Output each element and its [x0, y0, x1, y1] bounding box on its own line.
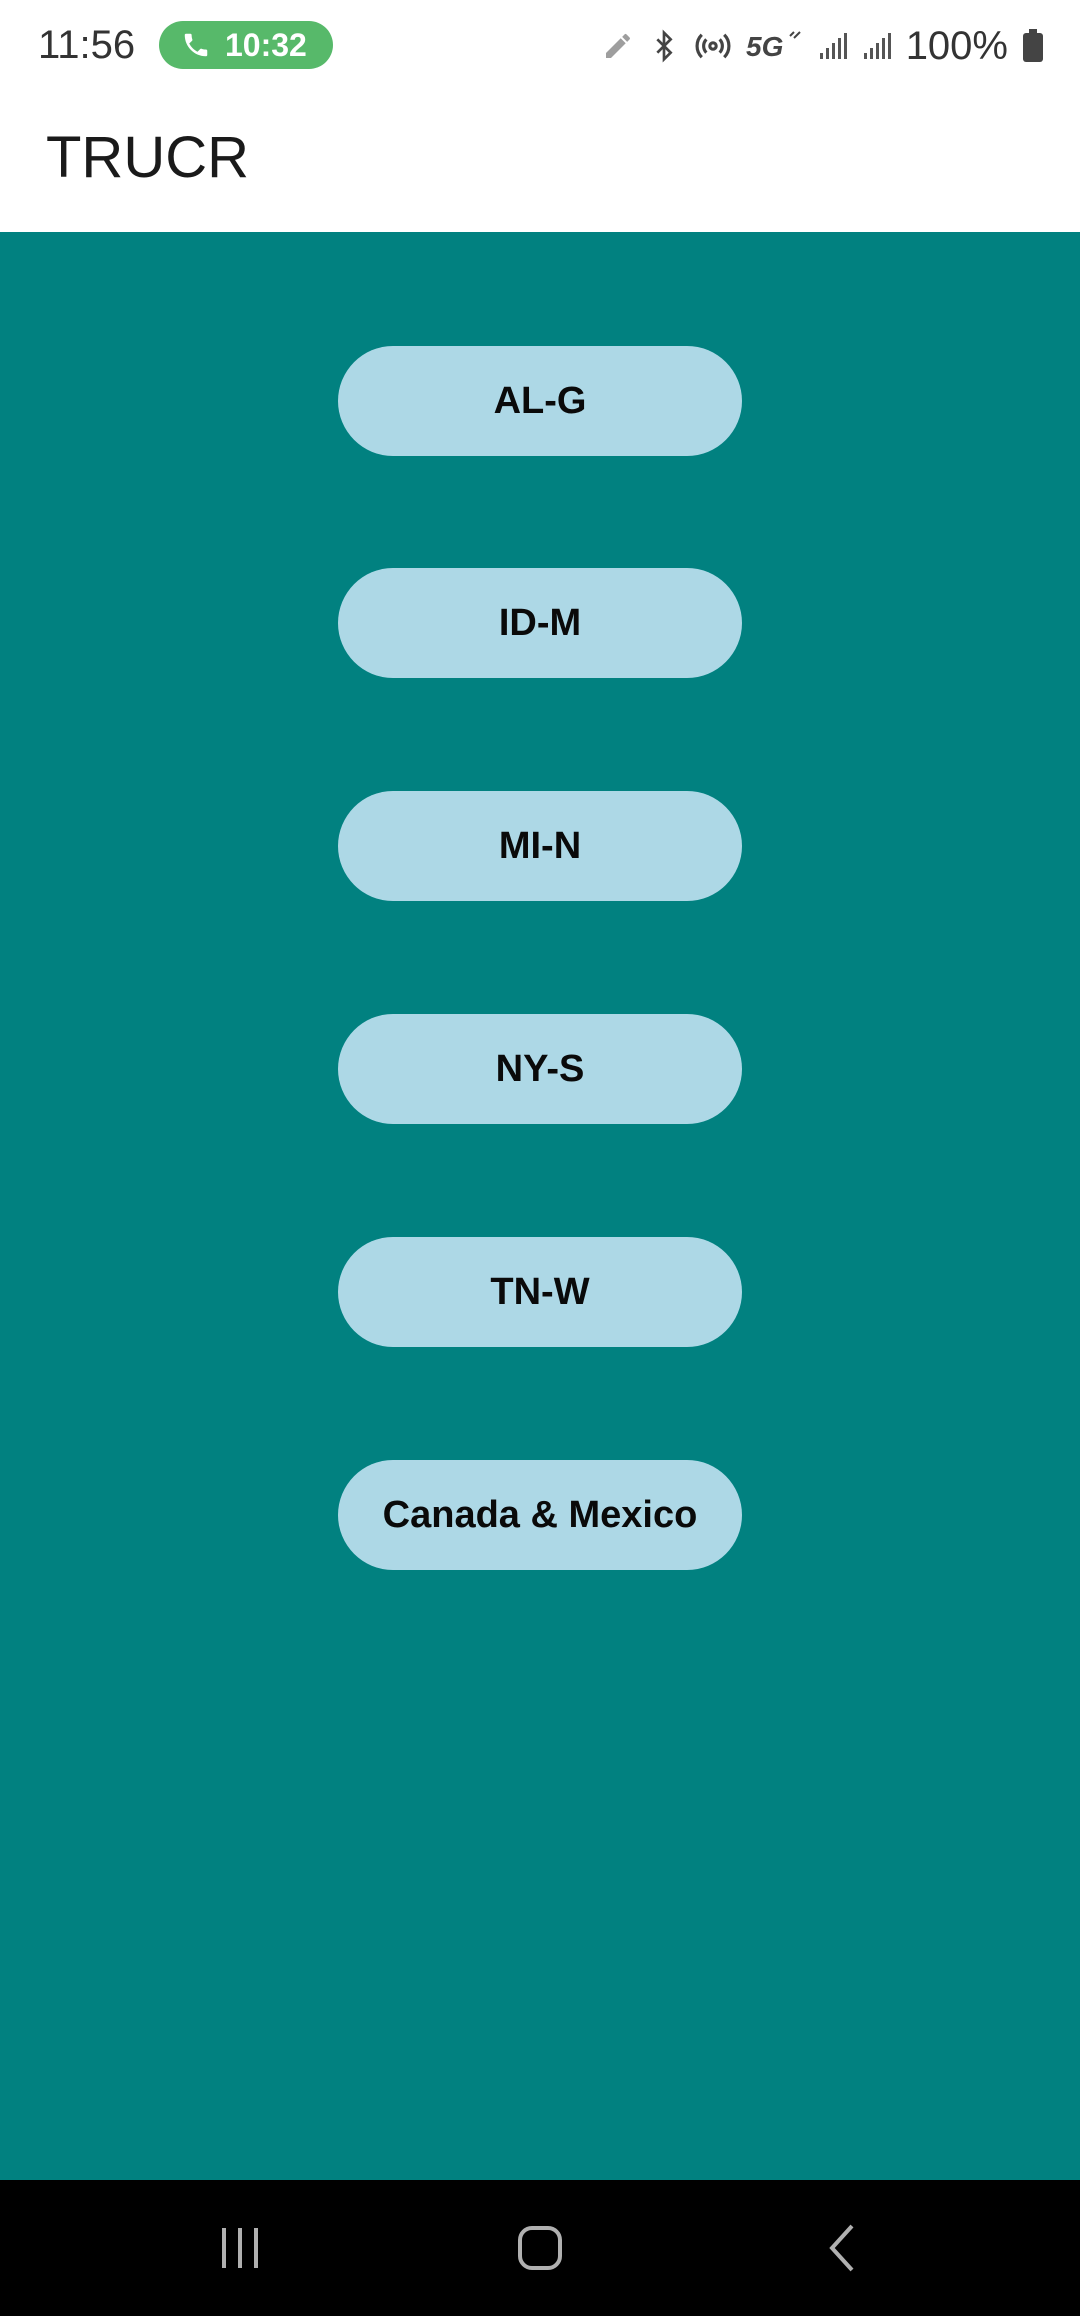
phone-icon — [184, 33, 208, 57]
status-icons: 5G 100% — [588, 18, 1044, 74]
pencil-icon — [602, 30, 634, 62]
app-title: TRUCR — [46, 125, 249, 190]
region-list: AL-G ID-M MI-N NY-S TN-W Canada & Mexico — [0, 232, 1080, 2180]
status-bar: 11:56 10:32 5G 100% — [0, 0, 1080, 92]
back-icon — [829, 2224, 854, 2272]
status-time: 11:56 — [38, 23, 136, 67]
signal-icon — [818, 31, 848, 61]
battery-icon — [1022, 29, 1044, 63]
home-icon — [518, 2226, 562, 2270]
region-button-id-m[interactable]: ID-M — [338, 568, 742, 678]
bluetooth-icon — [648, 28, 680, 64]
5g-icon: 5G — [746, 28, 804, 64]
region-button-mi-n[interactable]: MI-N — [338, 791, 742, 901]
region-button-al-g[interactable]: AL-G — [338, 346, 742, 456]
home-button[interactable] — [450, 2180, 630, 2316]
app-bar: TRUCR — [0, 92, 1080, 232]
battery-percent: 100% — [905, 23, 1008, 68]
region-button-ny-s[interactable]: NY-S — [338, 1014, 742, 1124]
back-button[interactable] — [754, 2180, 934, 2316]
region-button-canada-mexico[interactable]: Canada & Mexico — [338, 1460, 742, 1570]
system-nav-bar — [0, 2180, 1080, 2316]
region-button-tn-w[interactable]: TN-W — [338, 1237, 742, 1347]
recents-icon — [222, 2228, 258, 2268]
ongoing-call-pill[interactable]: 10:32 — [159, 21, 333, 69]
hotspot-icon — [694, 27, 732, 65]
call-timer: 10:32 — [225, 27, 307, 63]
signal-icon — [862, 31, 892, 61]
svg-text:5G: 5G — [746, 31, 783, 62]
recents-button[interactable] — [150, 2180, 330, 2316]
